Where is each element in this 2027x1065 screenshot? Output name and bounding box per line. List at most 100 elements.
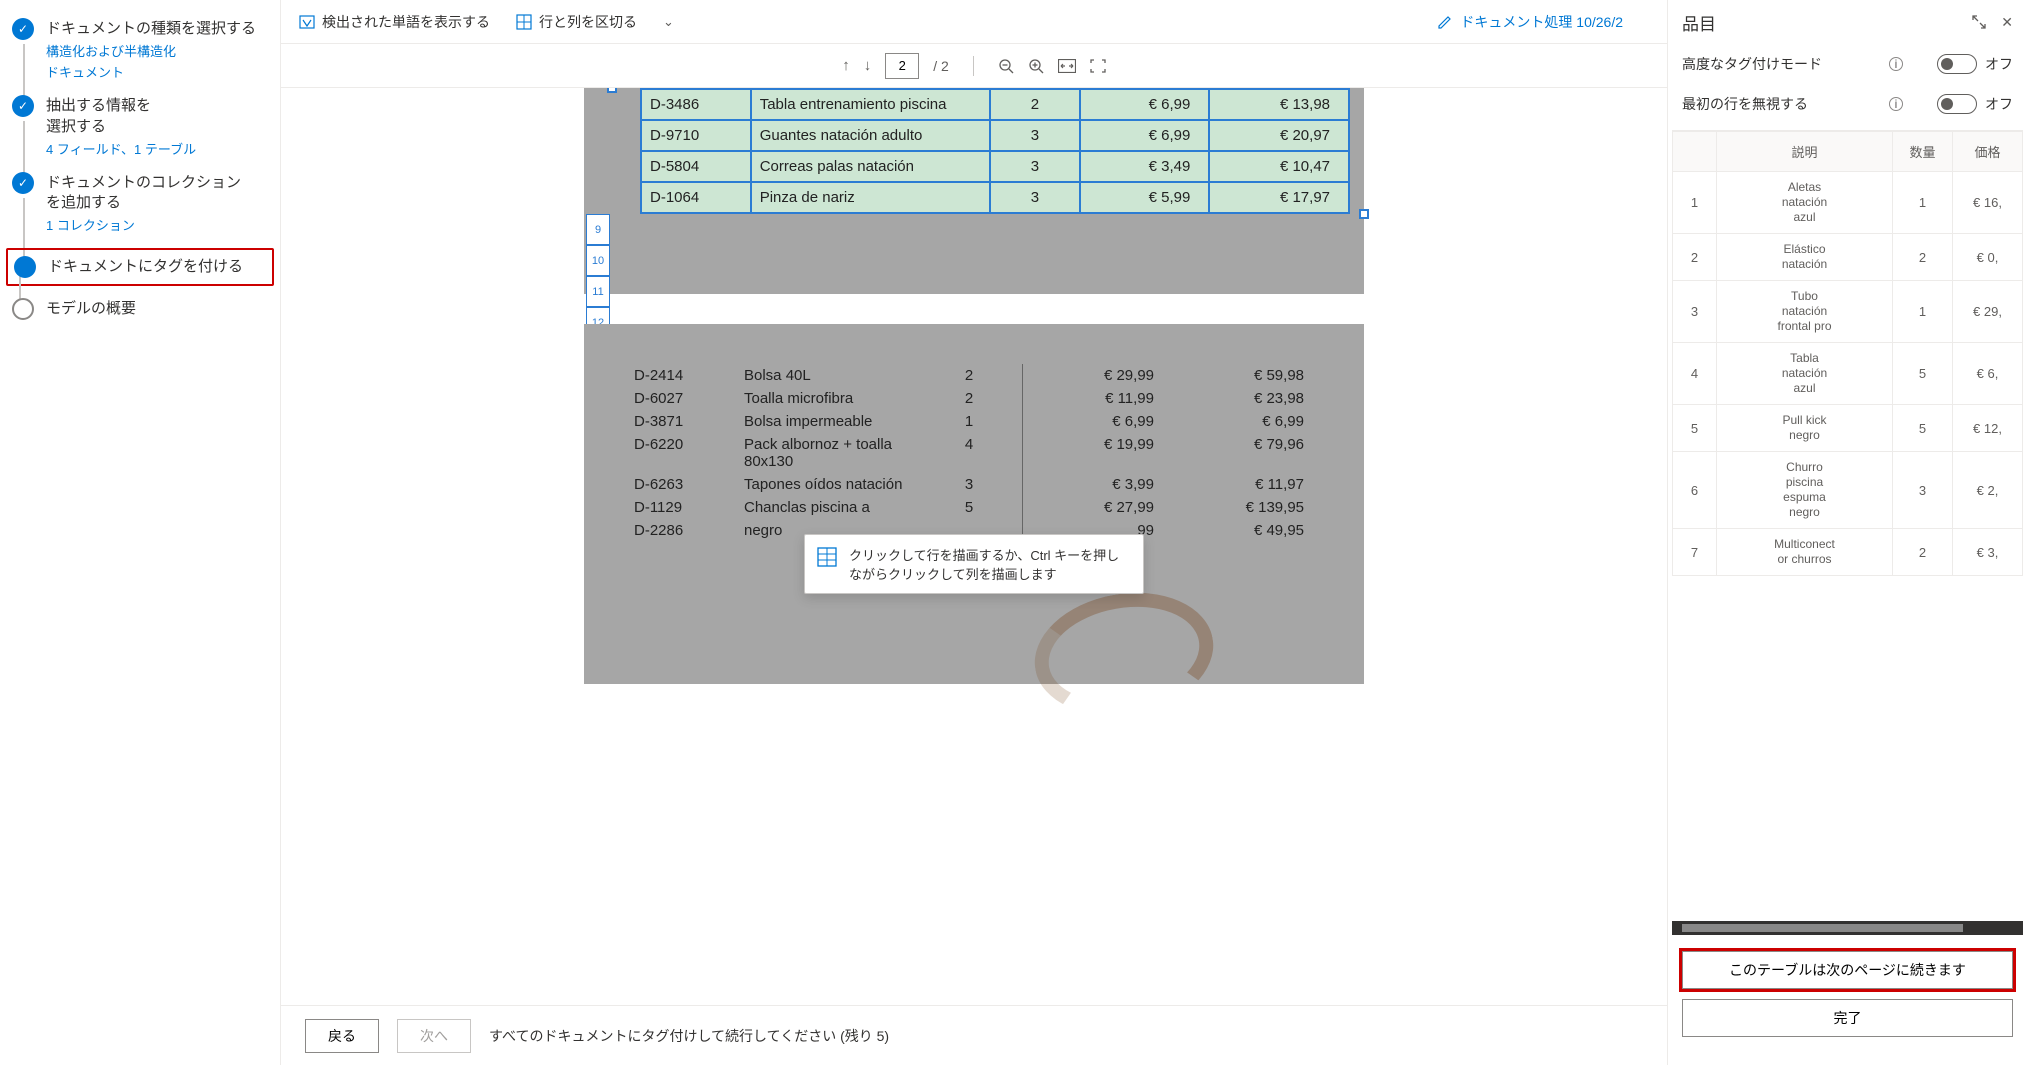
cell-desc[interactable]: Guantes natación adulto: [751, 120, 990, 151]
extracted-data-table: 説明数量価格1Aletasnataciónazul1€ 16,2Elástico…: [1672, 131, 2023, 576]
ignore-first-toggle[interactable]: [1937, 94, 1977, 114]
draw-row-tooltip: クリックして行を描画するか、Ctrl キーを押しながらクリックして列を描画します: [804, 534, 1144, 594]
split-rc-label: 行と列を区切る: [539, 12, 637, 32]
step-5[interactable]: モデルの概要: [12, 298, 268, 320]
extracted-row[interactable]: 7Multiconector churros2€ 3,: [1673, 529, 2023, 576]
cell-desc[interactable]: Tabla entrenamiento piscina: [751, 89, 990, 120]
row-number-badge[interactable]: 9: [586, 214, 610, 245]
extracted-data-table-wrap[interactable]: 説明数量価格1Aletasnataciónazul1€ 16,2Elástico…: [1672, 130, 2023, 921]
cell-qty: 3: [934, 476, 1004, 493]
cell-code: D-3871: [634, 413, 734, 430]
tagged-table-region[interactable]: D-3486Tabla entrenamiento piscina2€ 6,99…: [612, 88, 1364, 214]
fit-width-icon[interactable]: [1058, 59, 1076, 73]
step-1-title: ドキュメントの種類を選択する: [46, 19, 256, 39]
cell-price[interactable]: € 5,99: [1080, 182, 1210, 213]
cell-total[interactable]: € 10,47: [1209, 151, 1349, 182]
back-button[interactable]: 戻る: [305, 1019, 379, 1053]
step-4-current[interactable]: ドキュメントにタグを付ける: [6, 248, 274, 286]
table-icon: [516, 14, 532, 30]
step-2[interactable]: ✓ 抽出する情報を 選択する 4 フィールド、1 テーブル: [12, 95, 268, 158]
cell-code[interactable]: D-1064: [641, 182, 751, 213]
ignore-first-label: 最初の行を無視する: [1682, 94, 1883, 114]
tagged-row[interactable]: D-1064Pinza de nariz3€ 5,99€ 17,97: [641, 182, 1349, 213]
done-button[interactable]: 完了: [1682, 999, 2013, 1037]
cell-qty[interactable]: 3: [990, 151, 1080, 182]
tagged-row[interactable]: D-9710Guantes natación adulto3€ 6,99€ 20…: [641, 120, 1349, 151]
cell-code[interactable]: D-3486: [641, 89, 751, 120]
chevron-down-icon[interactable]: ⌄: [663, 14, 674, 30]
tagged-table[interactable]: D-3486Tabla entrenamiento piscina2€ 6,99…: [640, 88, 1350, 214]
advanced-tagging-toggle[interactable]: [1937, 54, 1977, 74]
cell-index: 7: [1673, 529, 1717, 576]
zoom-out-icon[interactable]: [998, 58, 1014, 74]
cell-desc: Multiconector churros: [1717, 529, 1893, 576]
cell-price: € 19,99: [1014, 436, 1154, 470]
resize-handle-top-left[interactable]: [607, 88, 617, 93]
step-1[interactable]: ✓ ドキュメントの種類を選択する 構造化および半構造化 ドキュメント: [12, 18, 268, 81]
tagged-row[interactable]: D-3486Tabla entrenamiento piscina2€ 6,99…: [641, 89, 1349, 120]
cell-qty: 2: [934, 390, 1004, 407]
page-up-icon[interactable]: ↑: [842, 57, 850, 74]
cell-price: € 3,99: [1014, 476, 1154, 493]
expand-icon[interactable]: [1971, 14, 1987, 30]
cell-total[interactable]: € 20,97: [1209, 120, 1349, 151]
cell-total[interactable]: € 13,98: [1209, 89, 1349, 120]
document-viewport[interactable]: D-3486Tabla entrenamiento piscina2€ 6,99…: [281, 88, 1667, 1005]
cell-code: D-6263: [634, 476, 734, 493]
cell-total: € 79,96: [1164, 436, 1304, 470]
split-rows-cols-button[interactable]: 行と列を区切る: [516, 12, 637, 32]
info-icon[interactable]: i: [1889, 57, 1903, 71]
cell-qty: 1: [1893, 172, 1953, 234]
cell-price[interactable]: € 6,99: [1080, 89, 1210, 120]
cell-code[interactable]: D-9710: [641, 120, 751, 151]
cell-qty: 2: [1893, 529, 1953, 576]
close-icon[interactable]: ✕: [2001, 14, 2013, 31]
extracted-row[interactable]: 5Pull kicknegro5€ 12,: [1673, 405, 2023, 452]
extracted-row[interactable]: 1Aletasnataciónazul1€ 16,: [1673, 172, 2023, 234]
cell-price[interactable]: € 3,49: [1080, 151, 1210, 182]
table-continues-button[interactable]: このテーブルは次のページに続きます: [1682, 951, 2013, 989]
row-number-badge[interactable]: 11: [586, 276, 610, 307]
cell-desc: Tapones oídos natación: [744, 476, 924, 493]
extracted-row[interactable]: 4Tablanataciónazul5€ 6,: [1673, 343, 2023, 405]
advanced-tagging-label: 高度なタグ付けモード: [1682, 54, 1883, 74]
cell-desc[interactable]: Correas palas natación: [751, 151, 990, 182]
cell-total[interactable]: € 17,97: [1209, 182, 1349, 213]
show-detected-words-button[interactable]: 検出された単語を表示する: [299, 12, 490, 32]
todo-step-icon: [12, 298, 34, 320]
cell-desc: Bolsa impermeable: [744, 413, 924, 430]
cell-price[interactable]: € 6,99: [1080, 120, 1210, 151]
row-number-badge[interactable]: 10: [586, 245, 610, 276]
resize-handle-bottom-right[interactable]: [1359, 209, 1369, 219]
step-2-title1: 抽出する情報を: [46, 96, 196, 116]
cell-desc[interactable]: Pinza de nariz: [751, 182, 990, 213]
cell-desc: Aletasnataciónazul: [1717, 172, 1893, 234]
zoom-in-icon[interactable]: [1028, 58, 1044, 74]
cell-qty: 2: [1893, 234, 1953, 281]
cell-qty[interactable]: 2: [990, 89, 1080, 120]
document-processing-link[interactable]: ドキュメント処理 10/26/2: [1437, 12, 1623, 32]
cell-qty: 5: [1893, 405, 1953, 452]
tagged-row[interactable]: D-5804Correas palas natación3€ 3,49€ 10,…: [641, 151, 1349, 182]
page-total-label: / 2: [933, 58, 949, 74]
extracted-row[interactable]: 3Tubonataciónfrontal pro1€ 29,: [1673, 281, 2023, 343]
cell-code: D-1129: [634, 499, 734, 516]
fullscreen-icon[interactable]: [1090, 59, 1106, 73]
cell-qty[interactable]: 3: [990, 182, 1080, 213]
cell-index: 1: [1673, 172, 1717, 234]
horizontal-scrollbar[interactable]: [1672, 921, 2023, 935]
step-3[interactable]: ✓ ドキュメントのコレクション を追加する 1 コレクション: [12, 172, 268, 235]
cell-qty[interactable]: 3: [990, 120, 1080, 151]
cell-desc: Tablanataciónazul: [1717, 343, 1893, 405]
info-icon[interactable]: i: [1889, 97, 1903, 111]
bottom-message: すべてのドキュメントにタグ付けして続行してください (残り 5): [489, 1026, 889, 1046]
page-down-icon[interactable]: ↓: [864, 57, 872, 74]
cell-code[interactable]: D-5804: [641, 151, 751, 182]
page-number-input[interactable]: [885, 53, 919, 79]
cell-price: € 12,: [1953, 405, 2023, 452]
cell-qty: 1: [934, 413, 1004, 430]
extracted-row[interactable]: 2Elásticonatación2€ 0,: [1673, 234, 2023, 281]
extracted-row[interactable]: 6Churropiscinaespumanegro3€ 2,: [1673, 452, 2023, 529]
cell-total: € 6,99: [1164, 413, 1304, 430]
document-page-2[interactable]: D-2414Bolsa 40L2€ 29,99€ 59,98D-6027Toal…: [584, 324, 1364, 684]
